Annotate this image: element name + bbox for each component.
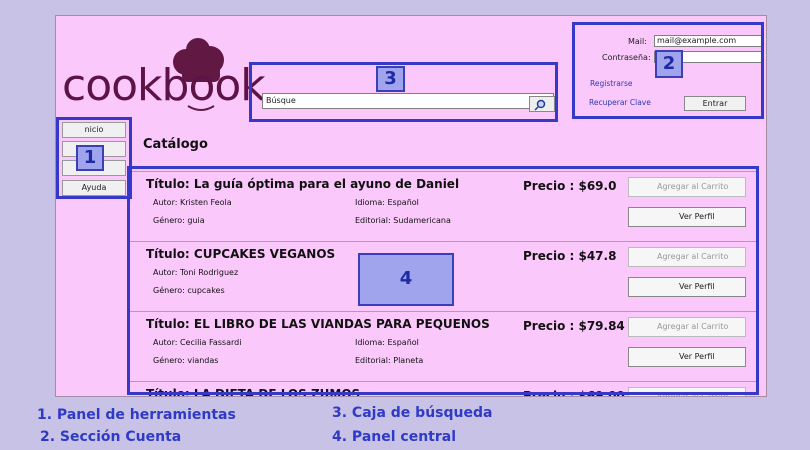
cookbook-logo: cookbook (60, 22, 266, 124)
tag-2: 2 (655, 50, 683, 78)
legend-2: 2. Sección Cuenta (40, 429, 182, 445)
logo-text: cookbook (62, 60, 266, 111)
catalog-title: Catálogo (143, 137, 208, 152)
tag-1: 1 (76, 145, 104, 171)
tag-3: 3 (376, 66, 405, 92)
tag-4: 4 (358, 253, 454, 306)
legend-4: 4. Panel central (332, 429, 457, 445)
legend-3: 3. Caja de búsqueda (332, 405, 493, 421)
legend-1: 1. Panel de herramientas (37, 407, 236, 423)
